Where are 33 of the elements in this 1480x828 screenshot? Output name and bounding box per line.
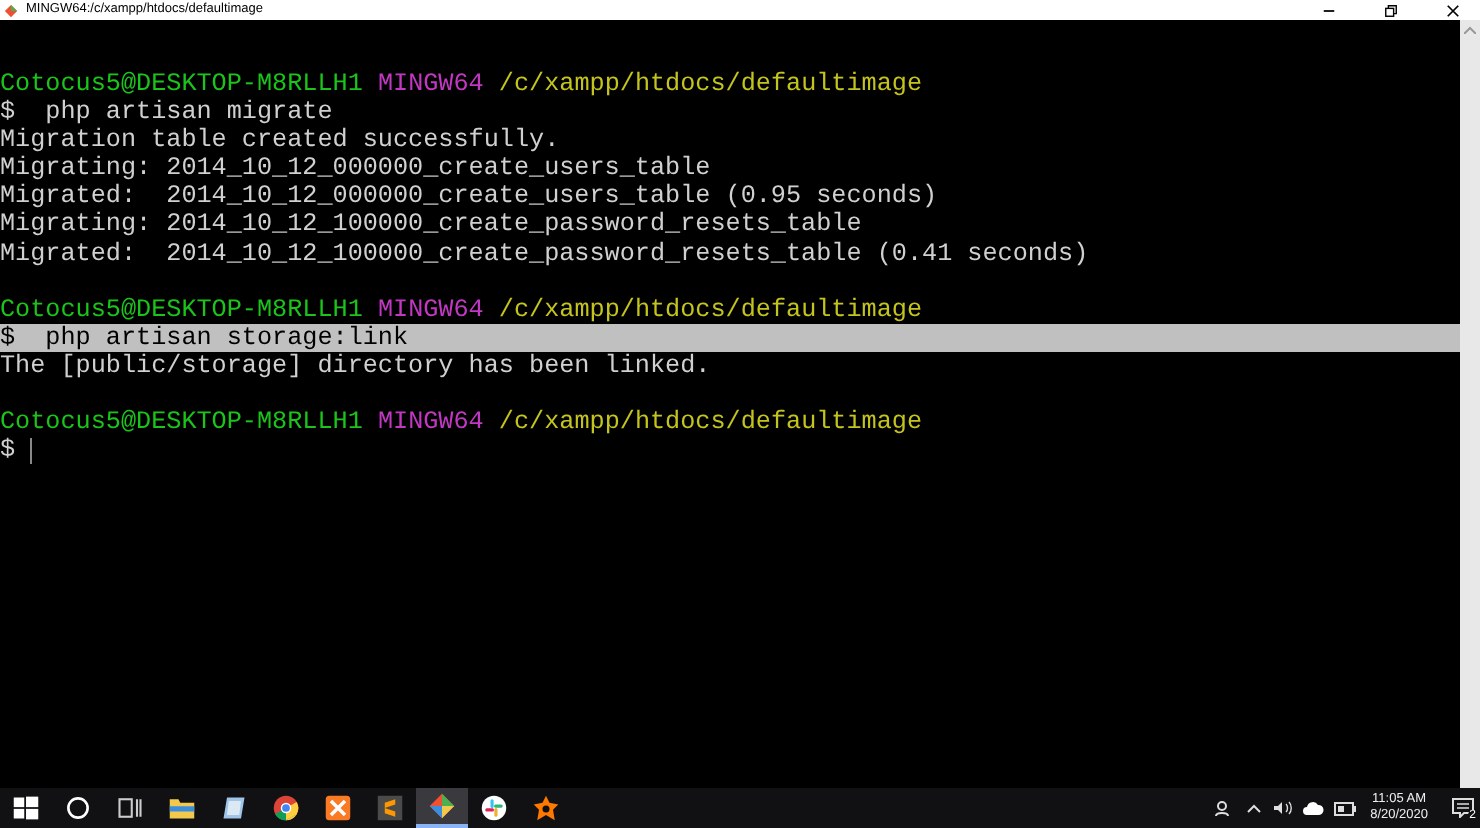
notification-icon [1451,798,1473,818]
text-cursor [29,437,32,464]
taskbar-button[interactable] [416,788,468,828]
prompt-symbol: $ [0,436,16,465]
prompt-path: /c/xampp/htdocs/defaultimage [498,408,923,437]
command-line: $ php artisan migrate [0,98,335,127]
folder-icon [168,794,196,822]
restore-icon[interactable] [1384,3,1398,17]
prompt-system: MINGW64 [377,408,484,437]
output-line: Migrating: 2014_10_12_000000_create_users_table [0,154,713,183]
prompt-system: MINGW64 [377,295,484,324]
output-line: Migrating: 2014_10_12_100000_create_password_resets_table [0,210,864,240]
prompt-system: MINGW64 [377,70,484,98]
prompt-path: /c/xampp/htdocs/defaultimage [498,70,923,98]
windows-icon [12,794,40,822]
prompt-user: Cotocus5@DESKTOP-M8RLLH1 [0,70,363,98]
close-icon[interactable] [1446,3,1460,17]
prompt-user: Cotocus5@DESKTOP-M8RLLH1 [0,408,363,437]
prompt-user: Cotocus5@DESKTOP-M8RLLH1 [0,295,363,324]
scrollbar[interactable] [1460,20,1480,788]
output-line: Migrated: 2014_10_12_000000_create_users_table (0.95 seconds) [0,182,940,211]
task-view-icon [116,794,144,822]
cloud-icon[interactable] [1302,800,1325,816]
output-line: Migration table created successfully. [0,126,562,155]
search-icon [64,794,92,822]
prompt-path: /c/xampp/htdocs/defaultimage [498,295,923,324]
output-line: The [public/storage] directory has been linked. [0,351,713,381]
battery-icon[interactable] [1334,801,1357,815]
speaker-icon[interactable] [1272,800,1293,816]
output-line: Migrated: 2014_10_12_100000_create_password_resets_table (0.41 seconds) [0,239,1091,268]
people-icon[interactable] [1214,798,1235,818]
caret-up-icon[interactable] [1246,802,1263,814]
notepad-icon [220,794,248,822]
